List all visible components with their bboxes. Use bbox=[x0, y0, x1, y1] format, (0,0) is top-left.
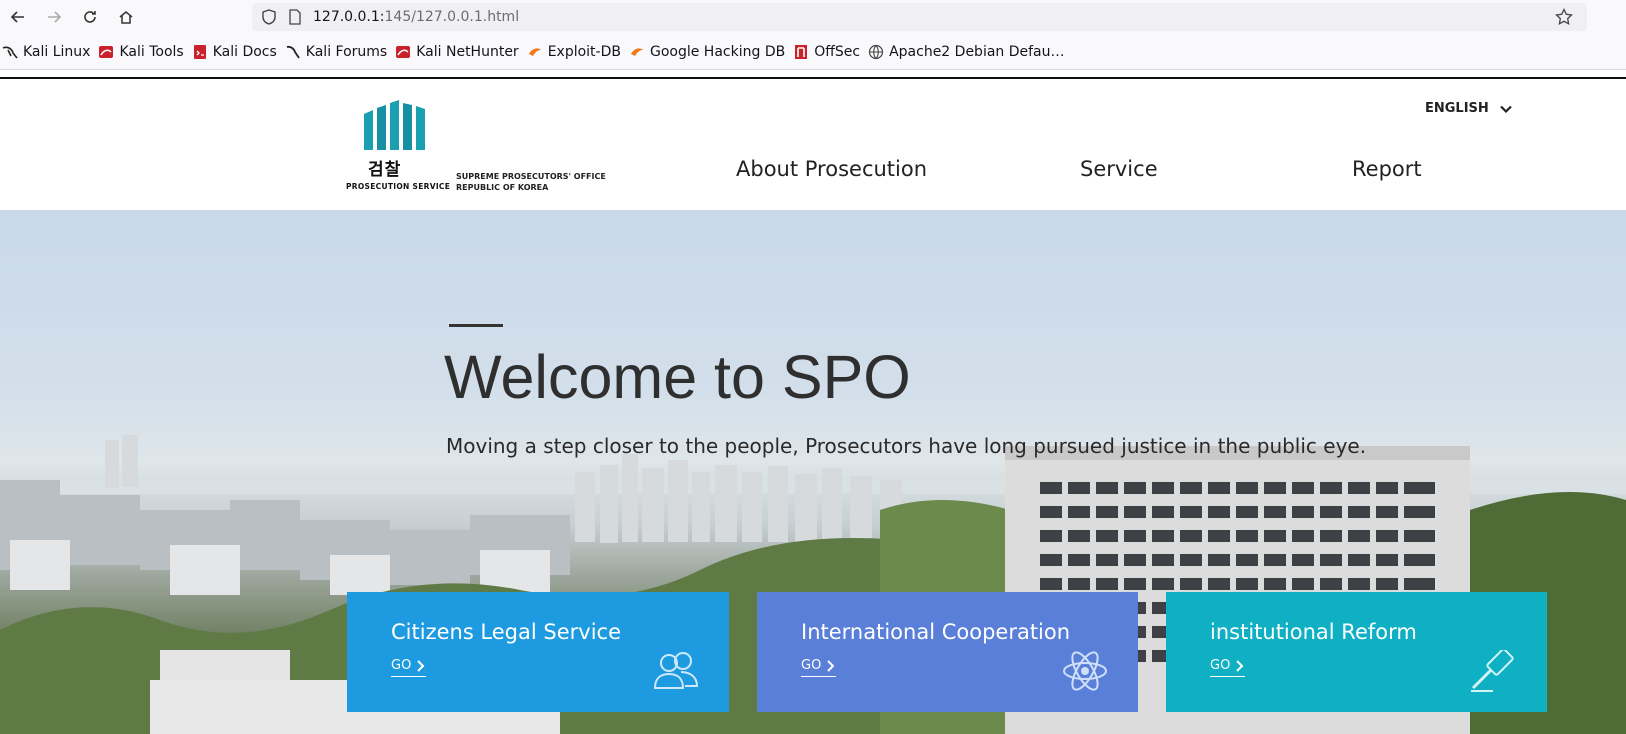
exploit-db-icon bbox=[528, 47, 541, 56]
language-label: ENGLISH bbox=[1425, 101, 1489, 116]
card-title: Citizens Legal Service bbox=[391, 620, 622, 644]
bookmark-kali-docs[interactable]: Kali Docs bbox=[190, 38, 283, 66]
offsec-icon bbox=[795, 44, 808, 59]
reload-icon bbox=[84, 11, 96, 23]
bookmark-label: Kali Forums bbox=[305, 43, 388, 60]
go-label: GO bbox=[1210, 658, 1231, 673]
kali-docs-icon bbox=[193, 44, 206, 59]
hero-title: Welcome to SPO bbox=[444, 343, 911, 411]
bookmark-label: Exploit-DB bbox=[547, 43, 621, 60]
kali-dragon-icon bbox=[2, 46, 18, 58]
site-header: 검찰 PROSECUTION SERVICE SUPREME PROSECUTO… bbox=[0, 79, 1626, 210]
card-institutional-reform[interactable]: institutional Reform GO bbox=[1166, 592, 1547, 712]
gavel-icon bbox=[1471, 650, 1514, 692]
card-title: institutional Reform bbox=[1210, 620, 1417, 644]
card-citizens-legal-service[interactable]: Citizens Legal Service GO bbox=[347, 592, 729, 712]
go-label: GO bbox=[801, 658, 822, 673]
card-go-link[interactable]: GO bbox=[801, 658, 837, 677]
logo-bars-icon bbox=[364, 100, 425, 150]
forward-button[interactable] bbox=[36, 0, 72, 34]
kali-nethunter-icon bbox=[396, 45, 411, 58]
hero-accent-line bbox=[449, 324, 503, 327]
logo-service-text: PROSECUTION SERVICE bbox=[346, 182, 451, 191]
bookmark-kali-linux[interactable]: Kali Linux bbox=[0, 38, 96, 66]
bookmark-label: OffSec bbox=[814, 43, 861, 60]
atom-icon bbox=[1063, 651, 1107, 691]
bookmark-star-icon[interactable] bbox=[1555, 8, 1573, 26]
go-label: GO bbox=[391, 658, 412, 673]
home-button[interactable] bbox=[108, 0, 144, 34]
back-button[interactable] bbox=[0, 0, 36, 34]
office-name: SUPREME PROSECUTORS' OFFICE REPUBLIC OF … bbox=[456, 171, 606, 193]
nav-about-prosecution[interactable]: About Prosecution bbox=[736, 157, 927, 181]
bookmark-label: Kali Linux bbox=[23, 43, 91, 60]
language-selector[interactable]: ENGLISH bbox=[1425, 101, 1513, 116]
bookmarks-bar: Kali Linux Kali Tools Kali Docs Kali For… bbox=[0, 34, 1626, 70]
people-icon bbox=[653, 652, 699, 689]
address-bar[interactable]: 127.0.0.1:145/127.0.0.1.html bbox=[252, 3, 1587, 31]
web-page: 검찰 PROSECUTION SERVICE SUPREME PROSECUTO… bbox=[0, 70, 1626, 734]
page-icon bbox=[289, 9, 301, 25]
nav-report[interactable]: Report bbox=[1352, 157, 1422, 181]
office-name-line2: REPUBLIC OF KOREA bbox=[456, 183, 549, 192]
globe-icon bbox=[868, 44, 884, 59]
bookmark-label: Apache2 Debian Defau… bbox=[889, 43, 1065, 60]
card-title: International Cooperation bbox=[801, 620, 1071, 644]
chevron-right-icon bbox=[1236, 659, 1244, 672]
chevron-right-icon bbox=[827, 659, 835, 672]
chevron-down-icon bbox=[1500, 105, 1512, 113]
hero-subtitle: Moving a step closer to the people, Pros… bbox=[446, 434, 1367, 458]
bookmark-kali-tools[interactable]: Kali Tools bbox=[96, 38, 189, 66]
url-text[interactable]: 127.0.0.1:145/127.0.0.1.html bbox=[313, 9, 519, 25]
home-icon bbox=[119, 11, 133, 24]
bookmark-label: Kali NetHunter bbox=[416, 43, 519, 60]
card-go-link[interactable]: GO bbox=[391, 658, 427, 677]
card-go-link[interactable]: GO bbox=[1210, 658, 1246, 677]
shield-icon[interactable] bbox=[260, 8, 278, 26]
bookmark-offsec[interactable]: OffSec bbox=[791, 38, 866, 66]
chevron-right-icon bbox=[417, 659, 425, 672]
kali-forums-icon bbox=[286, 45, 300, 58]
reload-button[interactable] bbox=[72, 0, 108, 34]
browser-toolbar: 127.0.0.1:145/127.0.0.1.html bbox=[0, 0, 1626, 34]
bookmark-kali-nethunter[interactable]: Kali NetHunter bbox=[393, 38, 524, 66]
logo-hangul-text: 검찰 bbox=[368, 160, 402, 180]
arrow-right-icon bbox=[48, 11, 62, 23]
spo-logo[interactable]: 검찰 PROSECUTION SERVICE SUPREME PROSECUTO… bbox=[346, 100, 608, 192]
ghdb-icon bbox=[630, 47, 643, 56]
bookmark-kali-forums[interactable]: Kali Forums bbox=[283, 38, 393, 66]
bookmark-ghdb[interactable]: Google Hacking DB bbox=[627, 38, 791, 66]
bookmark-label: Kali Tools bbox=[119, 43, 184, 60]
office-name-line1: SUPREME PROSECUTORS' OFFICE bbox=[456, 172, 606, 181]
bookmark-exploit-db[interactable]: Exploit-DB bbox=[525, 38, 627, 66]
bookmark-apache2[interactable]: Apache2 Debian Defau… bbox=[866, 38, 1070, 66]
card-international-cooperation[interactable]: International Cooperation GO bbox=[757, 592, 1138, 712]
bookmark-label: Kali Docs bbox=[212, 43, 277, 60]
kali-tools-icon bbox=[99, 45, 114, 58]
bookmark-label: Google Hacking DB bbox=[649, 43, 786, 60]
nav-service[interactable]: Service bbox=[1080, 157, 1158, 181]
arrow-left-icon bbox=[10, 11, 24, 23]
